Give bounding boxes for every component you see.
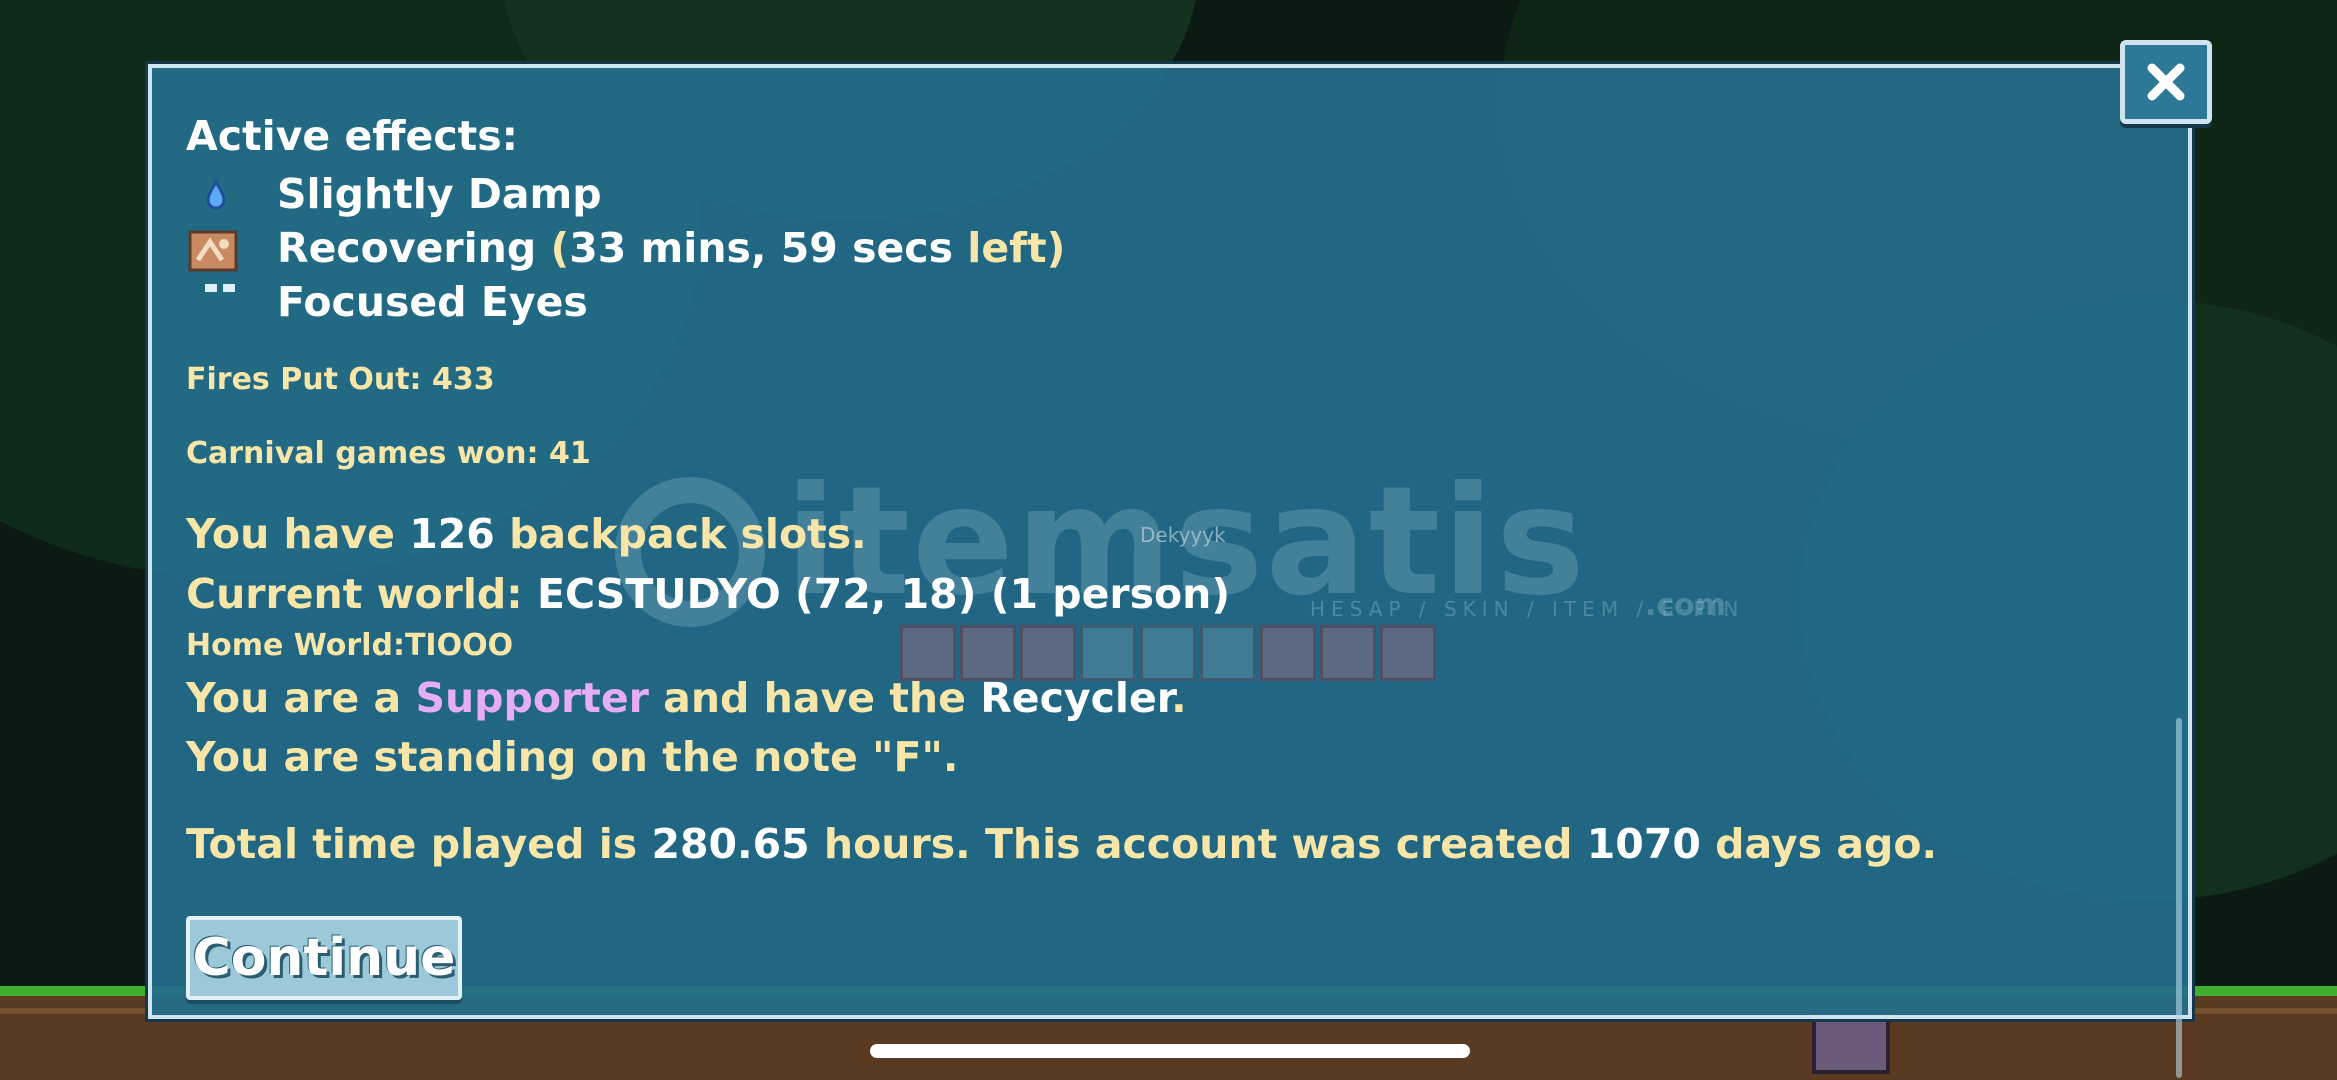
scrollbar[interactable] (2176, 718, 2182, 1078)
time-played: Total time played is 280.65 hours. This … (186, 820, 1938, 868)
home-world: Home World:TIOOO (186, 628, 514, 663)
effect-focused-eyes: Focused Eyes (277, 278, 588, 326)
carnival-games-won: Carnival games won: 41 (186, 436, 591, 471)
note-standing: You are standing on the note "F". (186, 733, 959, 781)
home-indicator[interactable] (870, 1044, 1470, 1058)
water-drop-icon (206, 179, 226, 210)
recovering-bandage-icon (188, 230, 238, 272)
effect-recovering: Recovering (33 mins, 59 secs left) (277, 224, 1066, 272)
current-world: Current world: ECSTUDYO (72, 18) (1 pers… (186, 570, 1231, 618)
watermark-domain: .com (1645, 588, 1727, 623)
supporter-status: You are a Supporter and have the Recycle… (186, 674, 1187, 722)
close-button[interactable] (2120, 40, 2212, 124)
lock-tower (1812, 1010, 1890, 1074)
player-name-tag: Dekyyyk (1140, 523, 1226, 547)
world-blocks (900, 625, 1436, 681)
close-icon (2147, 63, 2185, 101)
effects-title: Active effects: (186, 112, 519, 160)
effect-slightly-damp: Slightly Damp (277, 170, 602, 218)
continue-button[interactable]: Continue (186, 916, 462, 1000)
eyes-icon (205, 284, 235, 292)
backpack-slots: You have 126 backpack slots. (186, 510, 867, 558)
fires-put-out: Fires Put Out: 433 (186, 362, 495, 397)
